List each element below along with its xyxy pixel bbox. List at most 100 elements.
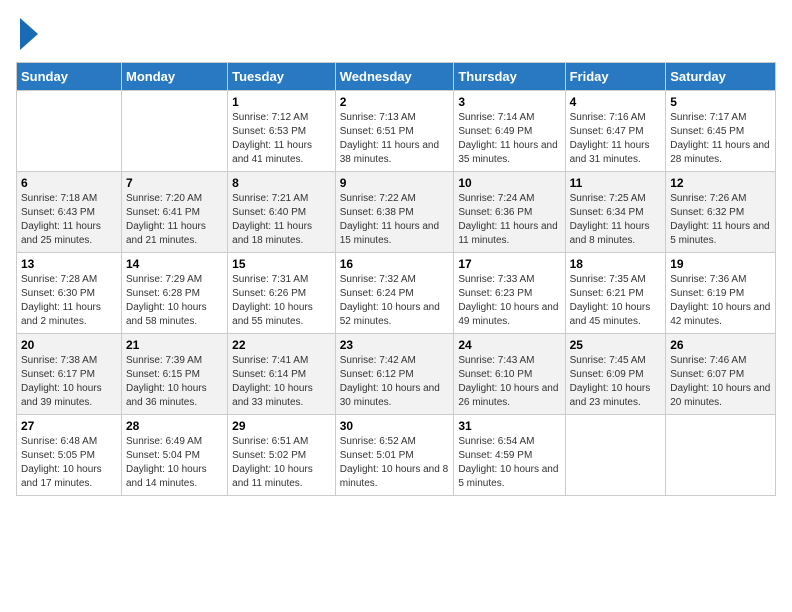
day-info: Sunrise: 7:29 AM Sunset: 6:28 PM Dayligh…: [126, 273, 223, 329]
day-number: 6: [21, 176, 117, 190]
day-header-friday: Friday: [565, 63, 666, 91]
calendar-cell: 6 Sunrise: 7:18 AM Sunset: 6:43 PM Daylig…: [17, 172, 122, 253]
day-number: 30: [340, 419, 450, 433]
day-number: 12: [670, 176, 771, 190]
day-info: Sunrise: 7:41 AM Sunset: 6:14 PM Dayligh…: [232, 354, 331, 410]
week-row-5: 27Sunrise: 6:48 AM Sunset: 5:05 PM Dayli…: [17, 415, 776, 496]
calendar-header: SundayMondayTuesdayWednesdayThursdayFrid…: [17, 63, 776, 91]
calendar-cell: 20 Sunrise: 7:38 AM Sunset: 6:17 PM Dayli…: [17, 334, 122, 415]
week-row-4: 20 Sunrise: 7:38 AM Sunset: 6:17 PM Dayli…: [17, 334, 776, 415]
calendar-cell: 7 Sunrise: 7:20 AM Sunset: 6:41 PM Daylig…: [121, 172, 227, 253]
day-info: Sunrise: 6:52 AM Sunset: 5:01 PM Dayligh…: [340, 435, 450, 491]
day-info: Sunrise: 7:25 AM Sunset: 6:34 PM Dayligh…: [570, 192, 662, 248]
day-number: 5: [670, 95, 771, 109]
day-info: Sunrise: 6:49 AM Sunset: 5:04 PM Dayligh…: [126, 435, 223, 491]
day-info: Sunrise: 7:17 AM Sunset: 6:45 PM Dayligh…: [670, 111, 771, 167]
logo-arrow-icon: [18, 16, 40, 52]
day-number: 4: [570, 95, 662, 109]
day-number: 15: [232, 257, 331, 271]
day-info: Sunrise: 7:38 AM Sunset: 6:17 PM Dayligh…: [21, 354, 117, 410]
calendar-cell: 29 Sunrise: 6:51 AM Sunset: 5:02 PM Dayli…: [228, 415, 336, 496]
day-info: Sunrise: 7:28 AM Sunset: 6:30 PM Dayligh…: [21, 273, 117, 329]
day-number: 13: [21, 257, 117, 271]
calendar-cell: 25 Sunrise: 7:45 AM Sunset: 6:09 PM Dayli…: [565, 334, 666, 415]
logo: [16, 16, 40, 52]
calendar-cell: 10 Sunrise: 7:24 AM Sunset: 6:36 PM Dayli…: [454, 172, 565, 253]
day-info: Sunrise: 7:46 AM Sunset: 6:07 PM Dayligh…: [670, 354, 771, 410]
calendar-cell: 30 Sunrise: 6:52 AM Sunset: 5:01 PM Dayli…: [335, 415, 454, 496]
day-header-saturday: Saturday: [666, 63, 776, 91]
day-info: Sunrise: 7:45 AM Sunset: 6:09 PM Dayligh…: [570, 354, 662, 410]
calendar-cell: [565, 415, 666, 496]
day-number: 20: [21, 338, 117, 352]
day-number: 11: [570, 176, 662, 190]
calendar-cell: 8Sunrise: 7:21 AM Sunset: 6:40 PM Daylig…: [228, 172, 336, 253]
day-number: 21: [126, 338, 223, 352]
day-header-sunday: Sunday: [17, 63, 122, 91]
page-header: [16, 16, 776, 52]
calendar-cell: [666, 415, 776, 496]
day-info: Sunrise: 7:24 AM Sunset: 6:36 PM Dayligh…: [458, 192, 560, 248]
day-number: 14: [126, 257, 223, 271]
day-header-wednesday: Wednesday: [335, 63, 454, 91]
day-number: 31: [458, 419, 560, 433]
day-number: 7: [126, 176, 223, 190]
calendar-cell: 22 Sunrise: 7:41 AM Sunset: 6:14 PM Dayli…: [228, 334, 336, 415]
day-info: Sunrise: 7:16 AM Sunset: 6:47 PM Dayligh…: [570, 111, 662, 167]
calendar-cell: 18Sunrise: 7:35 AM Sunset: 6:21 PM Dayli…: [565, 253, 666, 334]
day-number: 3: [458, 95, 560, 109]
day-number: 23: [340, 338, 450, 352]
calendar-cell: 17 Sunrise: 7:33 AM Sunset: 6:23 PM Dayli…: [454, 253, 565, 334]
calendar-cell: 23Sunrise: 7:42 AM Sunset: 6:12 PM Dayli…: [335, 334, 454, 415]
day-info: Sunrise: 7:33 AM Sunset: 6:23 PM Dayligh…: [458, 273, 560, 329]
day-header-tuesday: Tuesday: [228, 63, 336, 91]
day-header-monday: Monday: [121, 63, 227, 91]
calendar-cell: 14 Sunrise: 7:29 AM Sunset: 6:28 PM Dayli…: [121, 253, 227, 334]
day-number: 10: [458, 176, 560, 190]
day-info: Sunrise: 7:35 AM Sunset: 6:21 PM Dayligh…: [570, 273, 662, 329]
calendar-table: SundayMondayTuesdayWednesdayThursdayFrid…: [16, 62, 776, 496]
day-info: Sunrise: 7:31 AM Sunset: 6:26 PM Dayligh…: [232, 273, 331, 329]
calendar-cell: 24 Sunrise: 7:43 AM Sunset: 6:10 PM Dayli…: [454, 334, 565, 415]
day-number: 9: [340, 176, 450, 190]
calendar-cell: 27Sunrise: 6:48 AM Sunset: 5:05 PM Dayli…: [17, 415, 122, 496]
day-number: 19: [670, 257, 771, 271]
day-number: 27: [21, 419, 117, 433]
calendar-cell: 28Sunrise: 6:49 AM Sunset: 5:04 PM Dayli…: [121, 415, 227, 496]
day-info: Sunrise: 6:54 AM Sunset: 4:59 PM Dayligh…: [458, 435, 560, 491]
calendar-cell: [17, 91, 122, 172]
calendar-cell: 31 Sunrise: 6:54 AM Sunset: 4:59 PM Dayli…: [454, 415, 565, 496]
day-info: Sunrise: 7:12 AM Sunset: 6:53 PM Dayligh…: [232, 111, 331, 167]
calendar-cell: 21Sunrise: 7:39 AM Sunset: 6:15 PM Dayli…: [121, 334, 227, 415]
day-headers-row: SundayMondayTuesdayWednesdayThursdayFrid…: [17, 63, 776, 91]
calendar-cell: [121, 91, 227, 172]
calendar-cell: 26 Sunrise: 7:46 AM Sunset: 6:07 PM Dayli…: [666, 334, 776, 415]
day-number: 1: [232, 95, 331, 109]
calendar-cell: 11 Sunrise: 7:25 AM Sunset: 6:34 PM Dayli…: [565, 172, 666, 253]
day-number: 29: [232, 419, 331, 433]
calendar-cell: 13 Sunrise: 7:28 AM Sunset: 6:30 PM Dayli…: [17, 253, 122, 334]
day-info: Sunrise: 7:20 AM Sunset: 6:41 PM Dayligh…: [126, 192, 223, 248]
day-info: Sunrise: 7:43 AM Sunset: 6:10 PM Dayligh…: [458, 354, 560, 410]
calendar-cell: 1 Sunrise: 7:12 AM Sunset: 6:53 PM Daylig…: [228, 91, 336, 172]
calendar-cell: 12 Sunrise: 7:26 AM Sunset: 6:32 PM Dayli…: [666, 172, 776, 253]
day-number: 17: [458, 257, 560, 271]
day-info: Sunrise: 7:21 AM Sunset: 6:40 PM Dayligh…: [232, 192, 331, 248]
day-number: 25: [570, 338, 662, 352]
day-number: 26: [670, 338, 771, 352]
calendar-cell: 5 Sunrise: 7:17 AM Sunset: 6:45 PM Daylig…: [666, 91, 776, 172]
day-info: Sunrise: 7:36 AM Sunset: 6:19 PM Dayligh…: [670, 273, 771, 329]
week-row-1: 1 Sunrise: 7:12 AM Sunset: 6:53 PM Daylig…: [17, 91, 776, 172]
week-row-3: 13 Sunrise: 7:28 AM Sunset: 6:30 PM Dayli…: [17, 253, 776, 334]
calendar-cell: 19 Sunrise: 7:36 AM Sunset: 6:19 PM Dayli…: [666, 253, 776, 334]
calendar-cell: 3Sunrise: 7:14 AM Sunset: 6:49 PM Daylig…: [454, 91, 565, 172]
day-info: Sunrise: 7:22 AM Sunset: 6:38 PM Dayligh…: [340, 192, 450, 248]
calendar-body: 1 Sunrise: 7:12 AM Sunset: 6:53 PM Daylig…: [17, 91, 776, 496]
day-info: Sunrise: 7:26 AM Sunset: 6:32 PM Dayligh…: [670, 192, 771, 248]
day-info: Sunrise: 7:13 AM Sunset: 6:51 PM Dayligh…: [340, 111, 450, 167]
day-info: Sunrise: 6:51 AM Sunset: 5:02 PM Dayligh…: [232, 435, 331, 491]
day-number: 24: [458, 338, 560, 352]
day-number: 22: [232, 338, 331, 352]
day-info: Sunrise: 7:18 AM Sunset: 6:43 PM Dayligh…: [21, 192, 117, 248]
calendar-cell: 2Sunrise: 7:13 AM Sunset: 6:51 PM Daylig…: [335, 91, 454, 172]
